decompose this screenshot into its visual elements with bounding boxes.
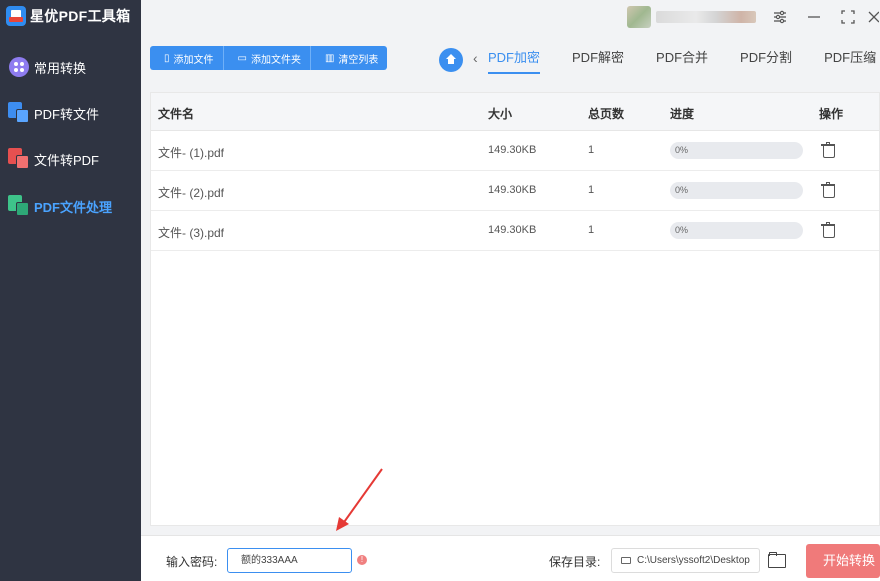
info-icon[interactable]: !: [357, 555, 367, 565]
page-count: 1: [588, 184, 595, 196]
file-icon: ▯: [164, 52, 170, 64]
settings-icon[interactable]: [769, 6, 791, 28]
delete-icon[interactable]: [821, 142, 835, 158]
close-button[interactable]: [866, 6, 880, 28]
file-size: 149.30KB: [488, 184, 537, 196]
chevron-right-icon[interactable]: ›: [871, 50, 876, 66]
start-convert-button[interactable]: 开始转换: [806, 544, 880, 578]
file-name: 文件- (3).pdf: [158, 226, 225, 240]
header-pages: 总页数: [588, 107, 625, 121]
page-count: 1: [588, 144, 595, 156]
maximize-button[interactable]: [837, 6, 859, 28]
password-label: 输入密码:: [166, 555, 218, 569]
clear-list-button[interactable]: ▥ 清空列表: [311, 46, 387, 70]
app-title: 星优PDF工具箱: [30, 8, 131, 24]
app-logo-icon: [6, 6, 26, 26]
function-tabs: PDF加密 PDF解密 PDF合并 PDF分割 PDF压缩: [488, 46, 880, 74]
file-name: 文件- (1).pdf: [158, 146, 225, 160]
common-convert-icon: [8, 56, 30, 78]
tab-pdf-compress[interactable]: PDF压缩: [824, 46, 876, 74]
save-path-field[interactable]: C:\Users\yssoft2\Desktop: [611, 548, 760, 573]
delete-icon[interactable]: [821, 182, 835, 198]
add-folder-label: 添加文件夹: [250, 54, 301, 66]
sidebar-item-file-to-pdf[interactable]: 文件转PDF: [8, 147, 99, 171]
sidebar-item-label: 常用转换: [34, 60, 87, 76]
file-name: 文件- (2).pdf: [158, 186, 225, 200]
add-file-button[interactable]: ▯ 添加文件: [150, 46, 224, 70]
page-count: 1: [588, 224, 595, 236]
add-file-label: 添加文件: [173, 54, 214, 66]
file-size: 149.30KB: [488, 224, 537, 236]
table-row[interactable]: 文件- (3).pdf 149.30KB 1 0%: [151, 211, 879, 251]
tab-pdf-merge[interactable]: PDF合并: [656, 46, 708, 74]
annotation-arrow-icon: [336, 468, 383, 531]
progress-bar: 0%: [670, 182, 803, 199]
sidebar: 星优PDF工具箱 常用转换 PDF转文件 文件转PDF PDF文件处理: [0, 0, 141, 581]
sidebar-item-pdf-process[interactable]: PDF文件处理: [8, 194, 112, 218]
sidebar-item-label: PDF文件处理: [34, 199, 113, 215]
file-table: 文件名 大小 总页数 进度 操作 文件- (1).pdf 149.30KB 1 …: [150, 92, 880, 526]
tab-pdf-encrypt[interactable]: PDF加密: [488, 46, 541, 74]
minimize-button[interactable]: [803, 6, 825, 28]
bottom-bar: 输入密码: 额的333AAA ! 保存目录: C:\Users\yssoft2\…: [141, 535, 880, 581]
file-to-pdf-icon: [8, 148, 30, 170]
pdf-process-icon: [8, 195, 30, 217]
save-dir-label: 保存目录:: [549, 555, 601, 569]
progress-bar: 0%: [670, 142, 803, 159]
user-name-blurred: [656, 11, 756, 23]
password-input[interactable]: 额的333AAA: [227, 548, 352, 573]
clear-list-label: 清空列表: [338, 54, 379, 66]
delete-icon[interactable]: [821, 222, 835, 238]
file-size: 149.30KB: [488, 144, 537, 156]
tab-pdf-decrypt[interactable]: PDF解密: [572, 46, 624, 74]
header-size: 大小: [488, 107, 513, 121]
trash-icon: ▥: [324, 52, 335, 64]
sidebar-item-label: 文件转PDF: [34, 152, 100, 168]
header-name: 文件名: [158, 107, 195, 121]
pdf-to-file-icon: [8, 102, 30, 124]
progress-bar: 0%: [670, 222, 803, 239]
chevron-left-icon[interactable]: ‹: [473, 50, 478, 66]
header-progress: 进度: [670, 107, 695, 121]
save-path-value: C:\Users\yssoft2\Desktop: [637, 555, 750, 566]
sidebar-item-common[interactable]: 常用转换: [8, 55, 86, 79]
browse-folder-icon[interactable]: [768, 552, 786, 568]
table-row[interactable]: 文件- (1).pdf 149.30KB 1 0%: [151, 131, 879, 171]
tab-pdf-split[interactable]: PDF分割: [740, 46, 792, 74]
file-toolbar: ▯ 添加文件 ▭ 添加文件夹 ▥ 清空列表: [150, 46, 388, 70]
sidebar-item-pdf-to-file[interactable]: PDF转文件: [8, 101, 99, 125]
user-avatar[interactable]: [627, 6, 651, 28]
table-row[interactable]: 文件- (2).pdf 149.30KB 1 0%: [151, 171, 879, 211]
folder-icon: ▭: [237, 52, 247, 64]
header-action: 操作: [819, 107, 844, 121]
sidebar-item-label: PDF转文件: [34, 106, 100, 122]
app-brand: 星优PDF工具箱: [6, 5, 130, 27]
add-folder-button[interactable]: ▭ 添加文件夹: [224, 46, 311, 70]
table-header: 文件名 大小 总页数 进度 操作: [151, 93, 879, 131]
folder-icon: [621, 557, 631, 564]
home-button[interactable]: [439, 48, 463, 72]
